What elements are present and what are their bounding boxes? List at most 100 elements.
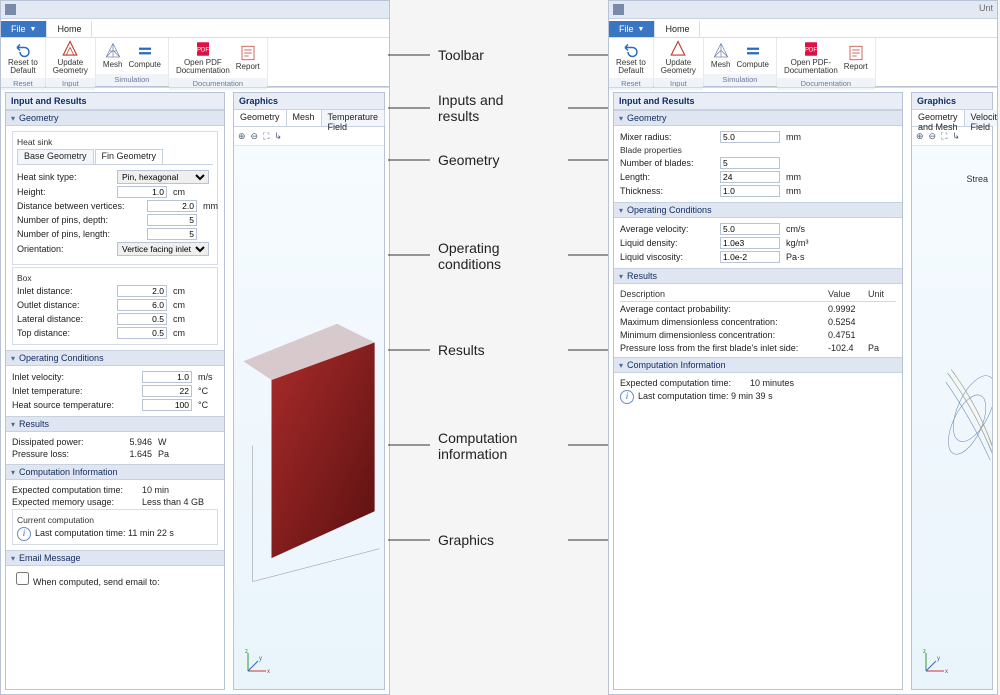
inlet-velocity-input[interactable] — [142, 371, 192, 383]
heat-sink-group: Heat sink Base Geometry Fin Geometry Hea… — [12, 131, 218, 265]
home-tab[interactable]: Home — [655, 21, 700, 37]
section-geometry[interactable]: ▾Geometry — [614, 110, 902, 126]
mixer-rendering — [912, 146, 992, 689]
top-distance-input[interactable] — [117, 327, 167, 339]
zoom-in-icon[interactable]: ⊕ — [916, 131, 924, 142]
unit-label: Pa — [158, 449, 169, 459]
panel-title: Graphics — [234, 93, 384, 110]
chevron-down-icon: ▾ — [619, 361, 623, 370]
inlet-distance-input[interactable] — [117, 285, 167, 297]
zoom-out-icon[interactable]: ⊖ — [251, 131, 259, 142]
unit-label: cm — [173, 328, 185, 338]
tab-velocity-field[interactable]: Velocity Field — [965, 110, 997, 126]
mixer-radius-input[interactable] — [720, 131, 780, 143]
pins-depth-input[interactable] — [147, 214, 197, 226]
axis-icon[interactable]: ↳ — [274, 131, 282, 142]
liquid-viscosity-input[interactable] — [720, 251, 780, 263]
unit-label: cm — [173, 314, 185, 324]
mesh-button[interactable]: Mesh — [711, 42, 731, 69]
graphics-tabs: Geometry and Mesh Velocity Field — [912, 110, 992, 127]
field-label: Distance between vertices: — [17, 201, 147, 211]
height-input[interactable] — [117, 186, 167, 198]
tab-geometry[interactable]: Geometry — [234, 110, 287, 126]
tab-geometry-and-mesh[interactable]: Geometry and Mesh — [912, 110, 965, 126]
liquid-density-input[interactable] — [720, 237, 780, 249]
section-geometry[interactable]: ▾Geometry — [6, 110, 224, 126]
table-row: Average contact probability:0.9992 — [620, 302, 896, 316]
send-email-checkbox[interactable] — [16, 572, 29, 585]
tab-fin-geometry[interactable]: Fin Geometry — [95, 149, 164, 164]
section-results[interactable]: ▾Results — [6, 416, 224, 432]
results-table: DescriptionValueUnit Average contact pro… — [620, 287, 896, 354]
app-icon — [5, 4, 16, 15]
outlet-distance-input[interactable] — [117, 299, 167, 311]
heat-sink-type-select[interactable]: Pin, hexagonal — [117, 170, 209, 184]
svg-text:PDF: PDF — [805, 47, 817, 53]
report-button[interactable]: Report — [236, 44, 260, 71]
orientation-select[interactable]: Vertice facing inlet — [117, 242, 209, 256]
open-pdf-button[interactable]: PDFOpen PDF- Documentation — [784, 40, 838, 76]
avg-velocity-input[interactable] — [720, 223, 780, 235]
panel-title: Input and Results — [614, 93, 902, 110]
field-label: Number of blades: — [620, 158, 720, 168]
tab-base-geometry[interactable]: Base Geometry — [17, 149, 94, 164]
unit-label: Pa·s — [786, 252, 805, 262]
chevron-down-icon: ▾ — [11, 468, 15, 477]
pdf-icon: PDF — [194, 40, 212, 58]
reset-to-default-button[interactable]: Reset to Default — [8, 40, 38, 76]
field-label: Outlet distance: — [17, 300, 117, 310]
graphics-canvas[interactable]: Strea x z — [912, 146, 992, 689]
inlet-temperature-input[interactable] — [142, 385, 192, 397]
home-tab[interactable]: Home — [47, 21, 92, 37]
ribbon-group-reset: Reset to Default Reset — [1, 38, 46, 86]
annotation-label: Graphics — [438, 532, 494, 548]
pins-length-input[interactable] — [147, 228, 197, 240]
update-geometry-button[interactable]: Update Geometry — [661, 40, 696, 76]
col-header: Unit — [868, 287, 896, 302]
section-operating-conditions[interactable]: ▾Operating Conditions — [6, 350, 224, 366]
file-tab[interactable]: File▼ — [1, 21, 47, 37]
length-input[interactable] — [720, 171, 780, 183]
section-results[interactable]: ▾Results — [614, 268, 902, 284]
table-row: Maximum dimensionless concentration:0.52… — [620, 315, 896, 328]
zoom-extents-icon[interactable]: ⛶ — [941, 131, 947, 142]
compute-button[interactable]: Compute — [128, 42, 160, 69]
section-computation-info[interactable]: ▾Computation Information — [614, 357, 902, 373]
reset-to-default-button[interactable]: Reset to Default — [616, 40, 646, 76]
field-label: Expected computation time: — [12, 485, 142, 495]
file-tab[interactable]: File▼ — [609, 21, 655, 37]
field-label: Inlet distance: — [17, 286, 117, 296]
compute-button[interactable]: Compute — [736, 42, 768, 69]
update-geometry-button[interactable]: Update Geometry — [53, 40, 88, 76]
field-label: Liquid density: — [620, 238, 720, 248]
heat-sink-rendering — [234, 146, 384, 689]
field-label: Inlet temperature: — [12, 386, 142, 396]
tab-mesh[interactable]: Mesh — [287, 110, 322, 126]
open-pdf-button[interactable]: PDF Open PDF Documentation — [176, 40, 230, 76]
info-icon: i — [620, 390, 634, 404]
graphics-canvas[interactable]: x z y — [234, 146, 384, 689]
mesh-button[interactable]: Mesh — [103, 42, 123, 69]
zoom-extents-icon[interactable]: ⛶ — [263, 131, 269, 142]
chevron-down-icon: ▾ — [11, 354, 15, 363]
section-computation-info[interactable]: ▾Computation Information — [6, 464, 224, 480]
chevron-down-icon: ▾ — [619, 206, 623, 215]
annotation-label: Operating conditions — [438, 240, 501, 272]
vertex-distance-input[interactable] — [147, 200, 197, 212]
tab-temperature-field[interactable]: Temperature Field — [322, 110, 386, 126]
heat-source-temp-input[interactable] — [142, 399, 192, 411]
lateral-distance-input[interactable] — [117, 313, 167, 325]
field-label: Number of pins, depth: — [17, 215, 147, 225]
section-operating-conditions[interactable]: ▾Operating Conditions — [614, 202, 902, 218]
zoom-in-icon[interactable]: ⊕ — [238, 131, 246, 142]
num-blades-input[interactable] — [720, 157, 780, 169]
axis-icon[interactable]: ↳ — [952, 131, 960, 142]
zoom-out-icon[interactable]: ⊖ — [929, 131, 937, 142]
report-button[interactable]: Report — [844, 44, 868, 71]
thickness-input[interactable] — [720, 185, 780, 197]
chevron-down-icon: ▾ — [619, 114, 623, 123]
annotation-layer: Toolbar Inputs and results Geometry Oper… — [388, 0, 608, 695]
field-label: When computed, send email to: — [33, 577, 160, 587]
svg-text:z: z — [245, 649, 248, 655]
section-email[interactable]: ▾Email Message — [6, 550, 224, 566]
